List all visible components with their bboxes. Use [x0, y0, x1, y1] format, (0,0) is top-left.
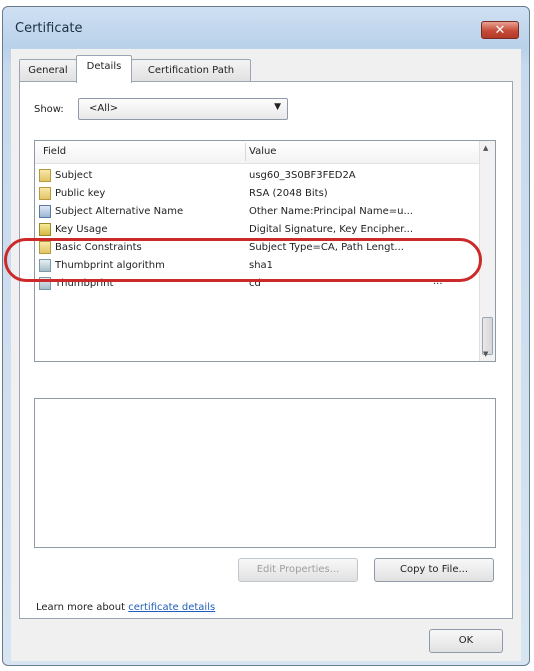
certificate-details-link[interactable]: certificate details: [128, 602, 215, 613]
tab-certification-path[interactable]: Certification Path: [131, 59, 251, 82]
close-button[interactable]: ✕: [481, 21, 519, 39]
list-item[interactable]: Key Usage Digital Signature, Key Enciphe…: [35, 221, 479, 239]
chevron-down-icon: ▼: [274, 102, 281, 112]
field-value: RSA (2048 Bits): [249, 188, 328, 199]
thumbprint-highlight-annotation: [4, 238, 482, 282]
show-dropdown[interactable]: <All> ▼: [78, 98, 288, 120]
field-value: usg60_3S0BF3FED2A: [249, 170, 356, 181]
vertical-scrollbar[interactable]: ▲ ▼: [479, 141, 495, 361]
show-dropdown-value: <All>: [89, 103, 119, 114]
show-label: Show:: [34, 104, 64, 115]
tab-general[interactable]: General: [19, 59, 77, 82]
list-item[interactable]: Subject usg60_3S0BF3FED2A: [35, 167, 479, 185]
key-usage-icon: [39, 223, 51, 236]
certificate-field-icon: [39, 169, 51, 182]
column-header-value[interactable]: Value: [249, 146, 276, 157]
column-header-field[interactable]: Field: [43, 146, 66, 157]
tab-details[interactable]: Details: [76, 55, 132, 83]
ok-button[interactable]: OK: [429, 629, 503, 653]
edit-properties-button[interactable]: Edit Properties...: [238, 558, 358, 582]
scroll-down-icon[interactable]: ▼: [483, 350, 488, 358]
certificate-dialog: Certificate ✕ General Details Certificat…: [2, 6, 530, 666]
column-separator[interactable]: [245, 143, 246, 161]
field-name: Subject: [55, 170, 93, 181]
details-panel: Show: <All> ▼ Field Value Subject usg60_…: [19, 81, 513, 619]
copy-to-file-button[interactable]: Copy to File...: [374, 558, 494, 582]
list-item[interactable]: Public key RSA (2048 Bits): [35, 185, 479, 203]
field-name: Key Usage: [55, 224, 108, 235]
learn-more-prefix: Learn more about: [36, 602, 129, 613]
extension-icon: [39, 205, 51, 218]
title-bar[interactable]: Certificate ✕: [3, 7, 529, 47]
field-detail-box[interactable]: [34, 398, 496, 548]
list-item[interactable]: Subject Alternative Name Other Name:Prin…: [35, 203, 479, 221]
dialog-client-area: General Details Certification Path Show:…: [11, 49, 521, 661]
field-name: Public key: [55, 188, 106, 199]
list-header: Field Value: [35, 141, 479, 164]
field-value: Other Name:Principal Name=u...: [249, 206, 413, 217]
certificate-field-icon: [39, 187, 51, 200]
learn-more-text: Learn more about certificate details: [36, 602, 215, 613]
scroll-up-icon[interactable]: ▲: [483, 144, 488, 152]
field-name: Subject Alternative Name: [55, 206, 184, 217]
window-title: Certificate: [15, 21, 83, 36]
field-value: Digital Signature, Key Encipher...: [249, 224, 414, 235]
